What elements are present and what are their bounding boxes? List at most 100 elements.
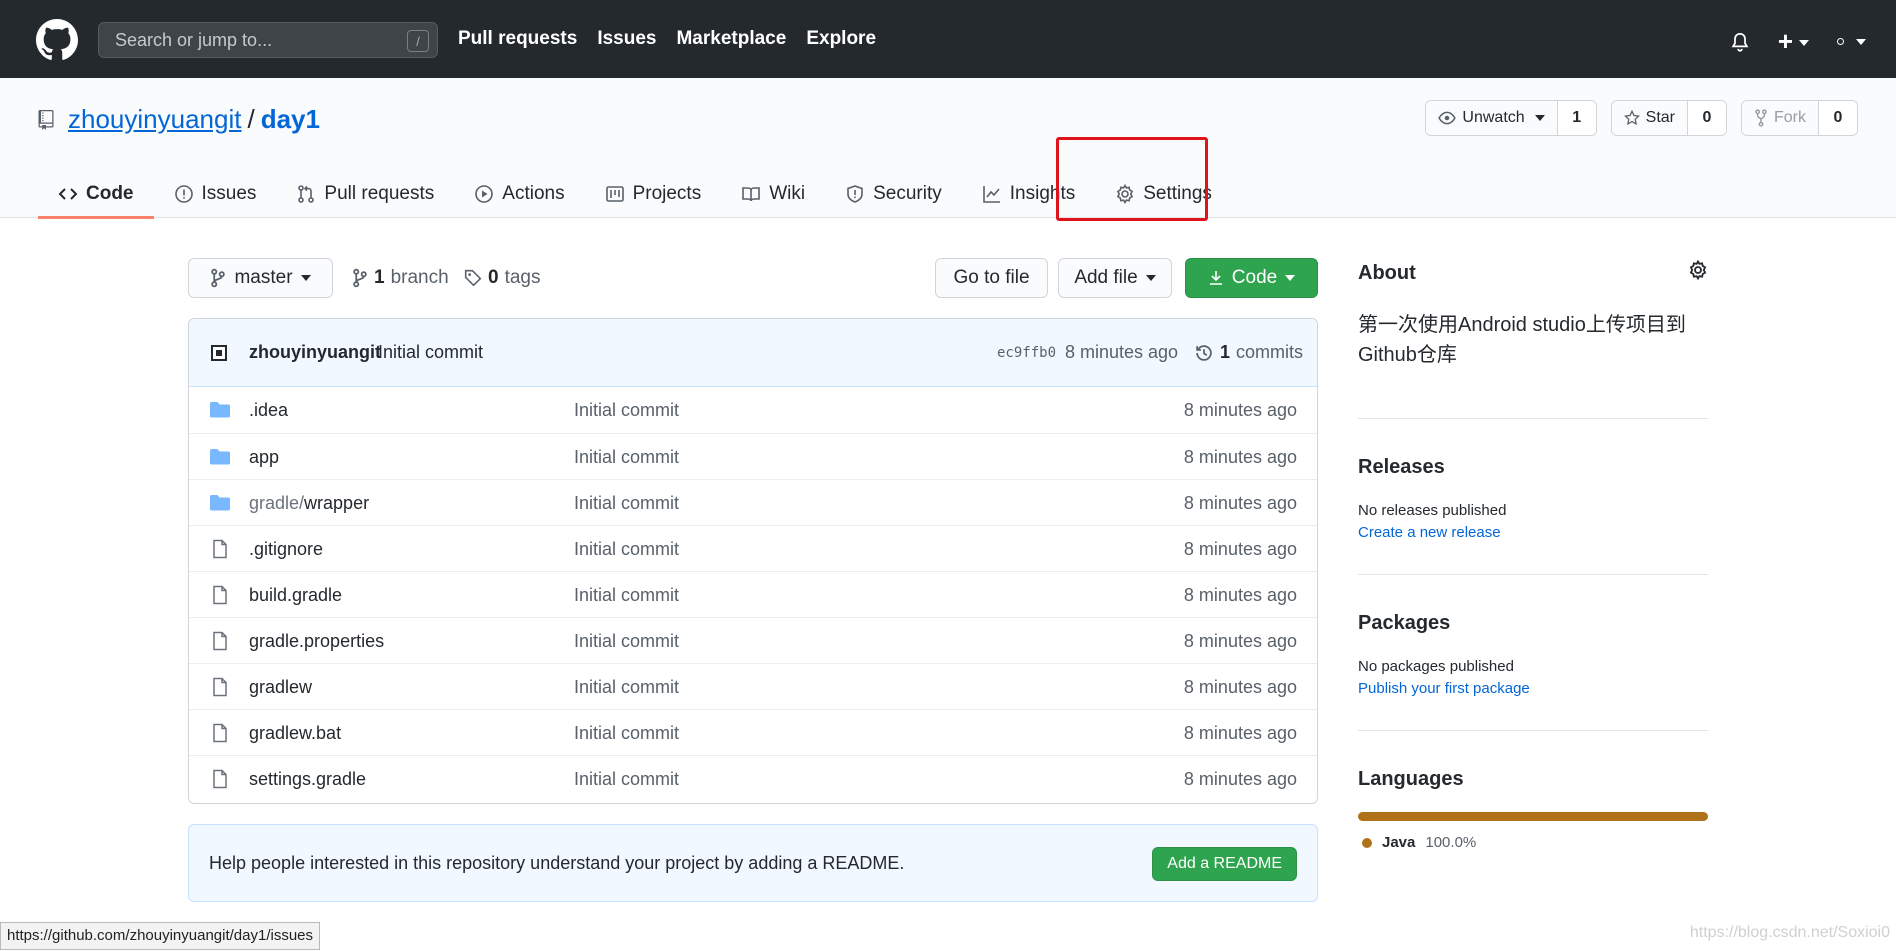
- tab-security[interactable]: Security: [825, 170, 962, 218]
- add-file-button[interactable]: Add file: [1058, 258, 1172, 298]
- file-name-link[interactable]: gradlew.bat: [249, 723, 341, 744]
- file-row[interactable]: .gitignore Initial commit 8 minutes ago: [189, 525, 1317, 571]
- folder-icon: [210, 495, 230, 511]
- file-name-link[interactable]: gradlew: [249, 677, 312, 698]
- fork-group: Fork 0: [1741, 100, 1858, 136]
- star-group: Star 0: [1610, 100, 1727, 136]
- history-icon: [1196, 344, 1212, 361]
- browser-status-url: https://github.com/zhouyinyuangit/day1/i…: [0, 922, 321, 950]
- file-name: gradlew: [249, 677, 313, 697]
- file-name-link[interactable]: .gitignore: [249, 539, 323, 560]
- file-commit-message-link[interactable]: Initial commit: [574, 631, 679, 652]
- nav-explore[interactable]: Explore: [806, 28, 876, 50]
- tab-pull-requests[interactable]: Pull requests: [276, 170, 454, 218]
- packages-heading[interactable]: Packages: [1358, 612, 1450, 635]
- repo-name-link[interactable]: day1: [261, 104, 320, 135]
- commit-sha-link[interactable]: ec9ffb0: [997, 345, 1056, 361]
- file-path-prefix: gradle/: [249, 493, 305, 513]
- search-input[interactable]: Search or jump to... /: [98, 22, 438, 58]
- tab-issues[interactable]: Issues: [154, 170, 277, 218]
- nav-issues[interactable]: Issues: [597, 28, 656, 50]
- file-row[interactable]: app Initial commit 8 minutes ago: [189, 433, 1317, 479]
- file-name-link[interactable]: settings.gradle: [249, 769, 366, 790]
- tags-link[interactable]: 0 tags: [464, 267, 541, 289]
- file-icon: [213, 769, 227, 789]
- search-shortcut-key: /: [407, 30, 429, 52]
- file-commit-message-link[interactable]: Initial commit: [574, 723, 679, 744]
- repo-actions: Unwatch 1 Star 0 Fork 0: [1425, 100, 1858, 136]
- language-java[interactable]: Java 100.0%: [1362, 834, 1476, 851]
- tab-code[interactable]: Code: [38, 170, 154, 219]
- add-readme-button[interactable]: Add a README: [1152, 847, 1297, 881]
- create-new-menu[interactable]: +: [1778, 26, 1809, 57]
- tab-wiki[interactable]: Wiki: [721, 170, 825, 218]
- commit-message-link[interactable]: Initial commit: [378, 342, 483, 363]
- repo-owner-link[interactable]: zhouyinyuangit: [68, 104, 241, 135]
- fork-count[interactable]: 0: [1819, 101, 1857, 135]
- file-name-link[interactable]: gradle.properties: [249, 631, 384, 652]
- branches-link[interactable]: 1 branch: [352, 267, 449, 289]
- file-row[interactable]: gradle/wrapper Initial commit 8 minutes ag…: [189, 479, 1317, 525]
- file-row[interactable]: .idea Initial commit 8 minutes ago: [189, 387, 1317, 433]
- create-release-link[interactable]: Create a new release: [1358, 524, 1501, 541]
- bell-icon[interactable]: [1730, 31, 1750, 53]
- file-row[interactable]: settings.gradle Initial commit 8 minutes a…: [189, 755, 1317, 801]
- about-heading: About: [1358, 262, 1416, 284]
- unwatch-button[interactable]: Unwatch: [1426, 101, 1558, 135]
- tab-projects[interactable]: Projects: [585, 170, 722, 218]
- watch-count[interactable]: 1: [1557, 101, 1596, 135]
- file-row[interactable]: gradlew Initial commit 8 minutes ago: [189, 663, 1317, 709]
- file-name-link[interactable]: build.gradle: [249, 585, 342, 606]
- gear-icon[interactable]: [1688, 260, 1708, 280]
- branch-count: 1: [374, 267, 385, 288]
- file-list: .idea Initial commit 8 minutes ago app Initi…: [189, 387, 1317, 801]
- tab-actions[interactable]: Actions: [454, 170, 584, 218]
- file-name: app: [249, 447, 280, 467]
- file-icon: [213, 585, 227, 605]
- add-file-label: Add file: [1074, 267, 1138, 288]
- repo-icon: [38, 109, 54, 130]
- repo-title: zhouyinyuangit / day1: [38, 104, 320, 135]
- releases-heading[interactable]: Releases: [1358, 456, 1445, 479]
- file-commit-message-link[interactable]: Initial commit: [574, 400, 679, 421]
- branch-icon: [353, 268, 367, 288]
- file-name-link[interactable]: app: [249, 447, 279, 468]
- download-icon: [1209, 271, 1222, 285]
- nav-marketplace[interactable]: Marketplace: [676, 28, 786, 50]
- file-row[interactable]: gradle.properties Initial commit 8 minutes…: [189, 617, 1317, 663]
- file-commit-message-link[interactable]: Initial commit: [574, 493, 679, 514]
- file-name: gradle.properties: [249, 631, 385, 651]
- commit-author-link[interactable]: zhouyinyuangit: [249, 342, 381, 363]
- nav-pull-requests[interactable]: Pull requests: [458, 28, 577, 50]
- file-commit-age: 8 minutes ago: [1183, 400, 1297, 420]
- file-icon: [213, 631, 227, 651]
- file-icon: [213, 539, 227, 559]
- github-logo-icon[interactable]: [36, 19, 78, 61]
- avatar[interactable]: [211, 345, 227, 361]
- file-commit-message-link[interactable]: Initial commit: [574, 769, 679, 790]
- file-name-link[interactable]: .idea: [249, 400, 288, 421]
- watch-group: Unwatch 1: [1425, 100, 1597, 136]
- file-commit-message-link[interactable]: Initial commit: [574, 585, 679, 606]
- publish-package-link[interactable]: Publish your first package: [1358, 680, 1530, 697]
- branch-select-button[interactable]: master: [188, 258, 333, 298]
- tag-word: tags: [504, 267, 541, 288]
- code-download-button[interactable]: Code: [1185, 258, 1318, 298]
- file-name: .idea: [249, 400, 289, 420]
- file-commit-message-link[interactable]: Initial commit: [574, 677, 679, 698]
- file-name-link[interactable]: gradle/wrapper: [249, 493, 369, 514]
- fork-button[interactable]: Fork: [1742, 101, 1819, 135]
- file-row[interactable]: gradlew.bat Initial commit 8 minutes ago: [189, 709, 1317, 755]
- file-row[interactable]: build.gradle Initial commit 8 minutes ago: [189, 571, 1317, 617]
- user-menu[interactable]: [1837, 38, 1866, 45]
- chevron-down-icon: [300, 275, 311, 281]
- tab-label: Issues: [201, 183, 257, 204]
- go-to-file-button[interactable]: Go to file: [935, 258, 1048, 298]
- star-icon: [1623, 110, 1640, 126]
- file-commit-message-link[interactable]: Initial commit: [574, 539, 679, 560]
- plus-icon: +: [1777, 26, 1793, 56]
- star-button[interactable]: Star: [1611, 101, 1688, 135]
- commits-history-link[interactable]: 1 commits: [1194, 342, 1303, 363]
- star-count[interactable]: 0: [1688, 101, 1726, 135]
- file-commit-message-link[interactable]: Initial commit: [574, 447, 679, 468]
